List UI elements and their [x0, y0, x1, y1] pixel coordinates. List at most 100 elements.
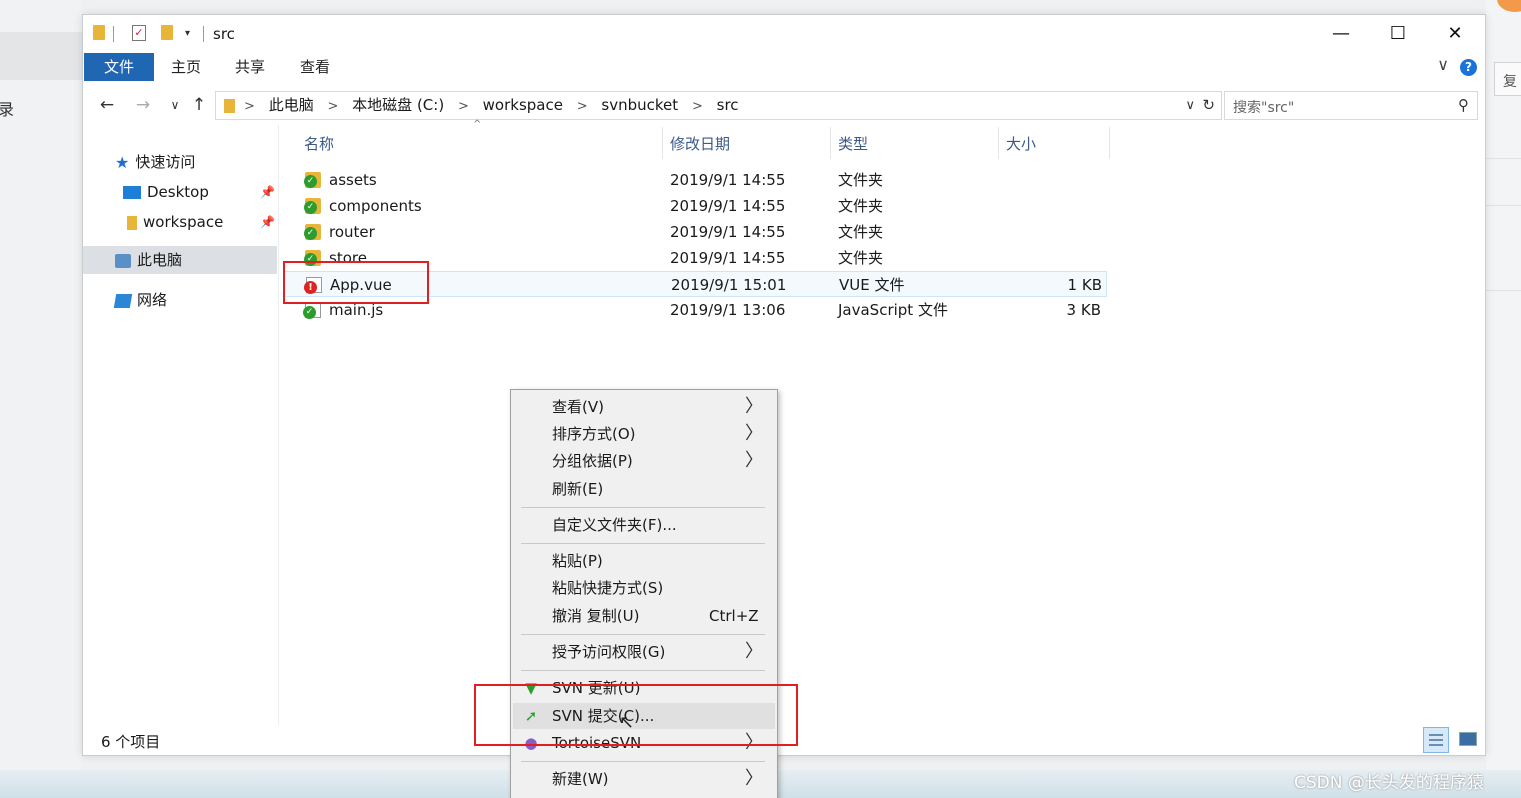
explorer-window: ✓ ▾ src — ☐ ✕ 文件 主页 共享 查看 ∨ ? ← → ∨ ↑ > … — [82, 14, 1486, 756]
menu-separator — [521, 761, 765, 762]
expand-ribbon-icon[interactable]: ∨ — [1437, 55, 1449, 74]
menu-item-sort-by[interactable]: 排序方式(O) 〉 — [513, 421, 775, 447]
background-divider — [1486, 158, 1521, 159]
maximize-icon[interactable]: ☐ — [1375, 19, 1421, 49]
watermark: CSDN @长头发的程序猿 — [1294, 773, 1484, 793]
pin-icon: 📌 — [260, 185, 275, 199]
background-left-panel: 录 — [0, 0, 82, 798]
folder-icon — [93, 25, 105, 40]
tab-file[interactable]: 文件 — [84, 53, 154, 81]
up-icon[interactable]: ↑ — [187, 93, 211, 117]
menu-item-label: 排序方式(O) — [552, 425, 636, 443]
details-view-icon[interactable] — [1423, 727, 1449, 753]
large-icons-view-icon[interactable] — [1459, 732, 1477, 746]
properties-icon[interactable]: ✓ — [132, 25, 146, 41]
navigation-bar: ← → ∨ ↑ > 此电脑 > 本地磁盘 (C:) > workspace > … — [83, 89, 1485, 123]
file-name: assets — [329, 171, 377, 189]
column-header-size[interactable]: 大小 — [1006, 133, 1036, 153]
column-header-type[interactable]: 类型 — [838, 133, 868, 153]
file-type: 文件夹 — [838, 171, 884, 189]
menu-item-label: 查看(V) — [552, 398, 604, 416]
menu-separator — [521, 634, 765, 635]
tab-home[interactable]: 主页 — [157, 53, 215, 81]
background-divider — [1486, 290, 1521, 291]
file-list: ^ 名称 修改日期 类型 大小 ✓ assets 2019/9/1 14:55 … — [283, 119, 1483, 725]
file-type: JavaScript 文件 — [838, 301, 948, 319]
menu-item-refresh[interactable]: 刷新(E) — [513, 476, 775, 502]
svn-folder-icon: ✓ — [304, 172, 321, 188]
close-icon[interactable]: ✕ — [1432, 19, 1478, 49]
menu-item-undo-copy[interactable]: 撤消 复制(U) Ctrl+Z — [513, 603, 775, 629]
sidebar-item-network[interactable]: 网络 — [113, 286, 167, 314]
column-divider[interactable] — [662, 127, 663, 159]
submenu-arrow-icon: 〉 — [745, 641, 763, 662]
breadcrumb-separator[interactable]: > — [244, 99, 255, 114]
menu-item-label: 刷新(E) — [552, 480, 604, 498]
file-name: router — [329, 223, 375, 241]
file-row-assets[interactable]: ✓ assets 2019/9/1 14:55 文件夹 — [283, 167, 1107, 193]
highlight-box — [474, 684, 798, 746]
file-date: 2019/9/1 15:01 — [671, 276, 787, 294]
background-left-label: 录 — [0, 100, 15, 119]
menu-item-group-by[interactable]: 分组依据(P) 〉 — [513, 448, 775, 474]
sidebar-item-label: Desktop — [147, 183, 209, 201]
breadcrumb-item[interactable]: workspace — [483, 96, 563, 114]
recent-locations-icon[interactable]: ∨ — [163, 93, 187, 117]
menu-item-give-access[interactable]: 授予访问权限(G) 〉 — [513, 639, 775, 665]
menu-item-customize-folder[interactable]: 自定义文件夹(F)... — [513, 512, 775, 538]
menu-item-label: 粘贴快捷方式(S) — [552, 579, 664, 597]
address-bar[interactable]: > 此电脑 > 本地磁盘 (C:) > workspace > svnbucke… — [215, 91, 1222, 120]
breadcrumb-separator[interactable]: > — [458, 99, 469, 114]
file-row-router[interactable]: ✓ router 2019/9/1 14:55 文件夹 — [283, 219, 1107, 245]
column-header-date[interactable]: 修改日期 — [670, 133, 730, 153]
menu-item-label: 分组依据(P) — [552, 452, 633, 470]
minimize-icon[interactable]: — — [1318, 19, 1364, 49]
address-dropdown-icon[interactable]: ∨ — [1185, 92, 1195, 119]
search-icon[interactable]: ⚲ — [1458, 96, 1469, 114]
search-input[interactable]: 搜索"src" ⚲ — [1224, 91, 1478, 120]
help-icon[interactable]: ? — [1460, 59, 1477, 76]
submenu-arrow-icon: 〉 — [745, 423, 763, 444]
breadcrumb-item[interactable]: 本地磁盘 (C:) — [352, 96, 444, 114]
background-orange-shape — [1497, 0, 1521, 12]
menu-item-paste-shortcut[interactable]: 粘贴快捷方式(S) — [513, 575, 775, 601]
tab-share[interactable]: 共享 — [221, 53, 279, 81]
column-divider[interactable] — [1109, 127, 1110, 159]
svn-folder-icon: ✓ — [304, 198, 321, 214]
breadcrumb-separator[interactable]: > — [692, 99, 703, 114]
menu-item-paste[interactable]: 粘贴(P) — [513, 548, 775, 574]
file-type: VUE 文件 — [839, 276, 905, 294]
breadcrumb-item[interactable]: src — [717, 96, 739, 114]
column-divider[interactable] — [998, 127, 999, 159]
column-divider[interactable] — [830, 127, 831, 159]
menu-item-new[interactable]: 新建(W) 〉 — [513, 766, 775, 792]
forward-icon[interactable]: → — [131, 93, 155, 117]
sidebar-item-this-pc[interactable]: 此电脑 — [83, 246, 277, 274]
svn-js-file-icon: ✓ — [303, 302, 321, 319]
sidebar-item-quick-access[interactable]: ★ 快速访问 — [115, 148, 195, 176]
breadcrumb-item[interactable]: 此电脑 — [269, 96, 314, 114]
new-folder-icon[interactable] — [161, 25, 173, 40]
file-date: 2019/9/1 14:55 — [670, 171, 786, 189]
breadcrumb-separator[interactable]: > — [577, 99, 588, 114]
file-row-components[interactable]: ✓ components 2019/9/1 14:55 文件夹 — [283, 193, 1107, 219]
menu-item-view[interactable]: 查看(V) 〉 — [513, 394, 775, 420]
back-icon[interactable]: ← — [95, 93, 119, 117]
breadcrumb-item[interactable]: svnbucket — [601, 96, 678, 114]
file-type: 文件夹 — [838, 197, 884, 215]
sidebar-item-label: 快速访问 — [135, 153, 196, 171]
background-right-button[interactable]: 复 — [1494, 62, 1521, 96]
window-title: src — [213, 25, 235, 43]
navigation-pane: ★ 快速访问 Desktop 📌 workspace 📌 此电脑 网络 — [83, 125, 279, 725]
column-header-name[interactable]: 名称 — [304, 133, 334, 153]
tab-view[interactable]: 查看 — [286, 53, 344, 81]
sidebar-item-workspace[interactable]: workspace — [127, 208, 223, 236]
menu-separator — [521, 507, 765, 508]
sidebar-item-desktop[interactable]: Desktop — [123, 178, 209, 206]
refresh-icon[interactable]: ↻ — [1202, 92, 1215, 119]
file-date: 2019/9/1 13:06 — [670, 301, 786, 319]
menu-item-label: 新建(W) — [552, 770, 609, 788]
svn-folder-icon: ✓ — [304, 224, 321, 240]
breadcrumb-separator[interactable]: > — [327, 99, 338, 114]
customize-quick-access-icon[interactable]: ▾ — [185, 28, 190, 46]
